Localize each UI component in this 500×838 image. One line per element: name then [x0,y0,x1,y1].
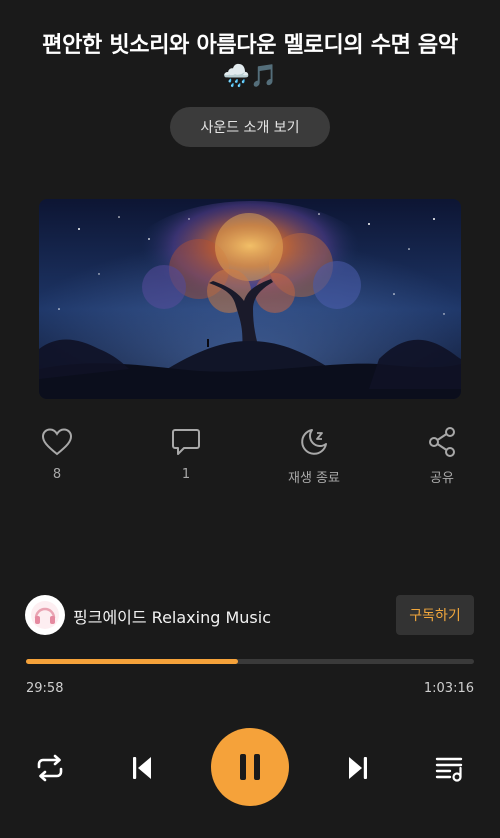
action-row: 8 1 재생 종료 공유 [0,424,500,494]
total-time: 1:03:16 [423,681,474,696]
pause-icon [240,754,260,780]
progress-fill [26,659,239,664]
track-title: 편안한 빗소리와 아름다운 멜로디의 수면 음악 🌧️🎵 [30,30,470,92]
share-icon[interactable] [397,424,487,460]
comment-icon[interactable] [141,424,231,460]
rain-music-emoji: 🌧️🎵 [222,64,278,89]
play-pause-button[interactable] [211,728,289,806]
heart-icon[interactable] [12,424,102,460]
headphones-logo-icon [31,601,59,629]
tree-artwork-image [39,199,461,399]
like-count: 8 [52,467,62,482]
playlist-icon [435,757,463,782]
playlist-button[interactable] [430,750,470,786]
like-action[interactable]: 8 [12,424,102,482]
progress-bar[interactable] [26,659,474,664]
sleep-timer-action[interactable]: 재생 종료 [269,424,359,486]
comment-action[interactable]: 1 [141,424,231,482]
share-action[interactable]: 공유 [397,424,487,486]
sound-intro-button[interactable]: 사운드 소개 보기 [170,107,330,147]
repeat-button[interactable] [30,750,70,786]
next-button[interactable] [338,750,378,786]
track-title-text: 편안한 빗소리와 아름다운 멜로디의 수면 음악 [42,33,458,58]
subscribe-button[interactable]: 구독하기 [396,595,474,635]
repeat-icon [37,754,63,782]
channel-row: 핑크에이드 Relaxing Music 구독하기 [25,595,474,635]
comment-count: 1 [181,467,191,482]
share-label: 공유 [430,471,454,486]
sleep-timer-label: 재생 종료 [288,471,340,486]
skip-previous-icon [133,757,151,779]
skip-next-icon [349,757,367,779]
moon-sleep-icon[interactable] [269,424,359,460]
current-time: 29:58 [26,681,64,696]
album-artwork [39,199,461,399]
channel-avatar[interactable] [25,595,65,635]
previous-button[interactable] [122,750,162,786]
channel-name[interactable]: 핑크에이드 Relaxing Music [73,604,271,628]
